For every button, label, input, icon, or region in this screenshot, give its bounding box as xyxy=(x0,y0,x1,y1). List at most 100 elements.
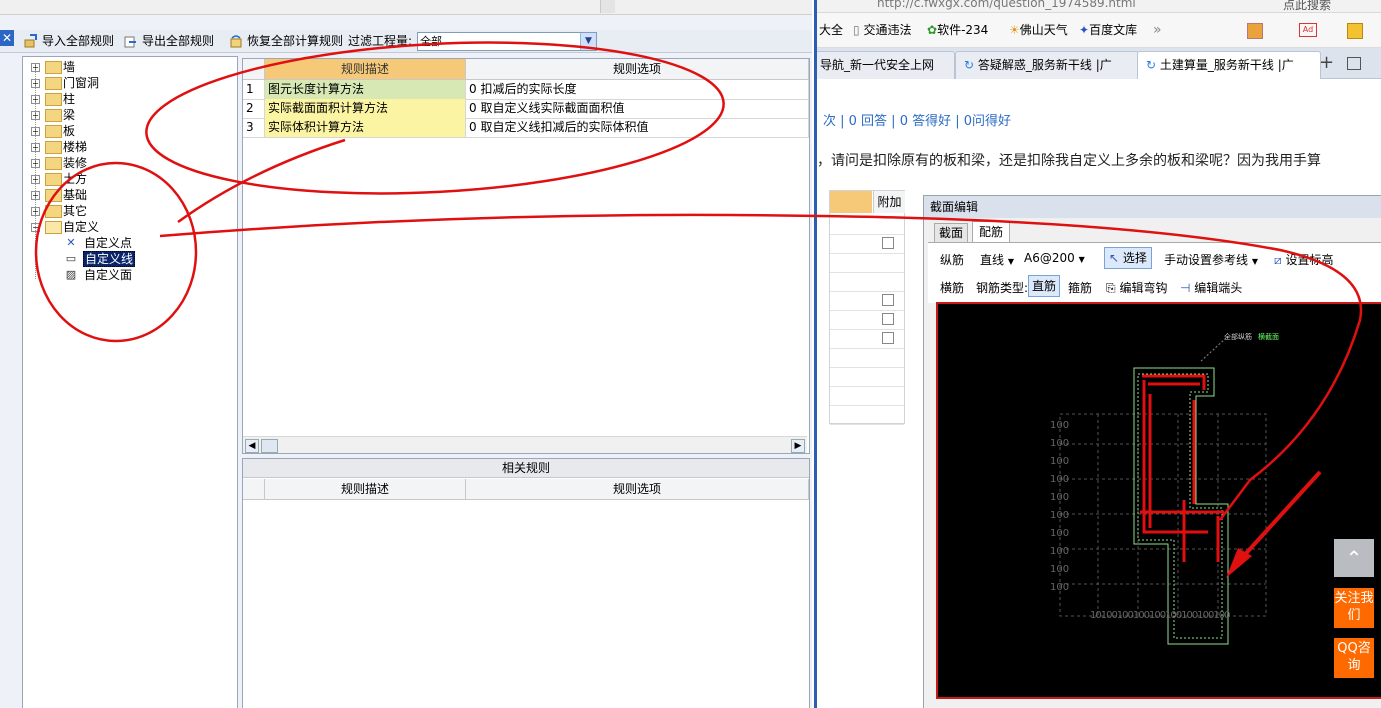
folder-icon xyxy=(45,141,62,154)
stirrup-button[interactable]: 箍筋 xyxy=(1068,279,1092,296)
chevron-down-icon[interactable]: ▼ xyxy=(580,33,596,50)
table-row xyxy=(830,310,904,330)
folder-icon xyxy=(45,125,62,138)
browser-tabs: 导航_新一代安全上网 ↻ 答疑解惑_服务新干线 |广 ↻ 土建算量_服务新干线 … xyxy=(817,48,1381,79)
spacing-label: 100 xyxy=(1050,420,1070,431)
extra-checkbox[interactable] xyxy=(882,237,894,249)
favorite-traffic[interactable]: ▯ 交通违法 xyxy=(853,21,911,39)
folder-icon xyxy=(45,173,62,186)
rule-settings-window: 导入全部规则 导出全部规则 恢复全部计算规则 过滤工程量: ✕ 全部 ▼ + 墙 +… xyxy=(0,0,812,708)
scroll-thumb[interactable] xyxy=(261,439,278,453)
address-bar[interactable]: http://c.fwxgx.com/question_1974589.html… xyxy=(817,0,1381,13)
favorite-baidu-wenku[interactable]: ✦百度文库 xyxy=(1079,21,1137,39)
rule-option-cell[interactable]: 0 取自定义线扣减后的实际体积值 xyxy=(466,118,809,138)
dialog-title: 截面编辑 xyxy=(924,196,1381,218)
spacing-label: 100 xyxy=(1050,546,1070,557)
related-col-option[interactable]: 规则选项 xyxy=(466,479,809,500)
related-col-description[interactable]: 规则描述 xyxy=(265,479,466,500)
rule-option-cell[interactable]: 0 取自定义线实际截面面积值 xyxy=(466,99,809,119)
table-row xyxy=(830,253,904,273)
new-tab-button[interactable]: + xyxy=(1319,52,1334,73)
extra-checkbox[interactable] xyxy=(882,313,894,325)
import-all-rules-button[interactable]: 导入全部规则 xyxy=(24,32,114,50)
line-icon: ▭ xyxy=(65,252,77,265)
rule-grid: 规则描述 规则选项 1 图元长度计算方法 0 扣减后的实际长度 2 实际截面面积计算方法… xyxy=(242,58,810,454)
spacing-label: 100 xyxy=(1050,456,1070,467)
tab-civil-quantity[interactable]: ↻ 土建算量_服务新干线 |广 xyxy=(1137,51,1321,79)
software-icon: ✿ xyxy=(927,23,938,37)
point-icon: ✕ xyxy=(66,236,76,249)
question-stats: 次 | 0 回答 | 0 答得好 | 0问得好 xyxy=(823,114,1012,129)
folder-icon xyxy=(45,93,62,106)
manual-ref-line-button[interactable]: 手动设置参考线 ▼ xyxy=(1164,251,1258,268)
rule-description-cell[interactable]: 实际截面面积计算方法 xyxy=(265,99,466,119)
table-row xyxy=(830,234,904,254)
follow-us-button[interactable]: 关注我们 xyxy=(1334,588,1374,628)
filter-quantity-select[interactable]: 全部 ▼ xyxy=(417,32,597,51)
qq-consult-button[interactable]: QQ咨询 xyxy=(1334,638,1374,678)
browser-window: http://c.fwxgx.com/question_1974589.html… xyxy=(814,0,1381,708)
straight-rebar-button[interactable]: 直筋 xyxy=(1028,275,1061,297)
table-row xyxy=(830,329,904,349)
restore-all-rules-button[interactable]: 恢复全部计算规则 xyxy=(229,32,343,50)
area-icon: ▨ xyxy=(65,268,77,281)
set-elevation-button[interactable]: ⧄ 设置标高 xyxy=(1274,251,1333,268)
export-icon xyxy=(124,34,138,48)
section-edit-dialog: 截面编辑 截面 配筋 纵筋 直线 ▼ A6@200 ▼ ↖ 选择 手动设置参考线… xyxy=(923,195,1381,708)
horizontal-scrollbar[interactable]: ◀ ▶ xyxy=(243,436,807,453)
more-favorites-icon[interactable]: » xyxy=(1153,21,1162,39)
tools-icon[interactable] xyxy=(1347,23,1363,39)
page-icon: ▯ xyxy=(853,23,860,37)
folder-icon xyxy=(45,77,62,90)
folder-icon xyxy=(45,221,62,234)
row-number: 1 xyxy=(243,80,265,100)
spacing-label: 100 xyxy=(1050,582,1070,593)
table-row xyxy=(830,348,904,368)
rule-description-cell[interactable]: 实际体积计算方法 xyxy=(265,118,466,138)
restore-tab-icon[interactable] xyxy=(1347,57,1361,70)
import-icon xyxy=(24,34,38,48)
acrobat-icon[interactable]: Ad xyxy=(1299,23,1317,37)
rule-option-cell[interactable]: 0 扣减后的实际长度 xyxy=(466,80,809,100)
window-top-strip xyxy=(0,0,812,15)
column-header-extra: 附加 xyxy=(873,191,905,213)
column-header-option[interactable]: 规则选项 xyxy=(466,59,809,80)
back-to-top-icon[interactable]: ⌃ xyxy=(1334,539,1374,577)
page-table-fragment: 附加 xyxy=(829,190,905,425)
extra-checkbox[interactable] xyxy=(882,332,894,344)
scroll-right-icon[interactable]: ▶ xyxy=(791,439,805,453)
rebar-spec-select[interactable]: A6@200 ▼ xyxy=(1024,251,1085,265)
table-row xyxy=(830,272,904,292)
folder-icon xyxy=(45,205,62,218)
close-icon[interactable]: ✕ xyxy=(0,30,14,46)
elevation-icon: ⧄ xyxy=(1274,253,1282,267)
favorite-software[interactable]: ✿软件-234 xyxy=(927,21,988,39)
tab-section[interactable]: 截面 xyxy=(934,223,969,243)
favorites-bar: 大全 ▯ 交通违法 ✿软件-234 ☀佛山天气 ✦百度文库 » Ad xyxy=(817,13,1381,48)
rule-description-cell[interactable]: 图元长度计算方法 xyxy=(265,80,466,100)
related-rules-title: 相关规则 xyxy=(243,459,809,478)
line-type-select[interactable]: 直线 ▼ xyxy=(980,251,1014,268)
favorite-daquan[interactable]: 大全 xyxy=(819,21,843,39)
transverse-label: 横筋 xyxy=(940,281,965,295)
grid-corner xyxy=(243,59,265,80)
loading-icon: ↻ xyxy=(964,58,975,72)
select-button[interactable]: ↖ 选择 xyxy=(1104,247,1152,269)
favorite-weather[interactable]: ☀佛山天气 xyxy=(1009,21,1068,39)
rebar-drawing-canvas[interactable]: 全部纵筋 横截面 100 100 100 100 100 100 100 100 100 100 … xyxy=(936,302,1381,699)
export-all-rules-button[interactable]: 导出全部规则 xyxy=(124,32,214,50)
table-row xyxy=(830,291,904,311)
edit-end-button[interactable]: ⊣ 编辑端头 xyxy=(1180,279,1242,296)
extra-checkbox[interactable] xyxy=(882,294,894,306)
table-row xyxy=(830,386,904,406)
spacing-label: 100 xyxy=(1050,438,1070,449)
longitudinal-label: 纵筋 xyxy=(940,253,965,267)
apps-icon[interactable] xyxy=(1247,23,1263,39)
filter-label: 过滤工程量: xyxy=(348,34,413,48)
scroll-left-icon[interactable]: ◀ xyxy=(245,439,259,453)
edit-hook-button[interactable]: ⎘ 编辑弯钩 xyxy=(1106,279,1167,296)
column-header-description[interactable]: 规则描述 xyxy=(265,59,466,80)
tab-rebar[interactable]: 配筋 xyxy=(972,221,1011,242)
tab-navigation[interactable]: 导航_新一代安全上网 xyxy=(817,51,955,79)
tab-qa[interactable]: ↻ 答疑解惑_服务新干线 |广 xyxy=(955,51,1139,79)
